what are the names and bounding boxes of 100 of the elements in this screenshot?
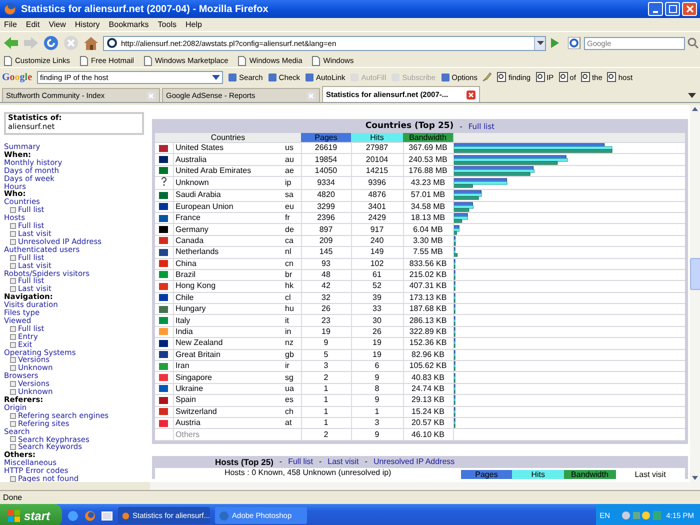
desktop-icon[interactable] (101, 510, 114, 522)
bandwidth-cell: 34.58 MB (403, 201, 453, 212)
hits-cell: 20104 (351, 154, 403, 166)
pages-cell: 145 (301, 246, 351, 258)
highlighter-icon[interactable] (482, 72, 492, 82)
bandwidth-cell: 833.56 KB (403, 258, 453, 270)
bullet-icon (10, 381, 16, 388)
go-arrow-icon[interactable] (550, 38, 560, 48)
bullet-icon (10, 207, 16, 214)
menu-item[interactable]: Tools (158, 20, 176, 29)
start-button[interactable]: start (0, 504, 62, 525)
menu-item[interactable]: Help (185, 20, 202, 29)
scroll-up-arrow-icon[interactable] (690, 105, 700, 113)
column-header: Hits (351, 133, 403, 142)
pages-cell: 9334 (301, 176, 351, 190)
country-name: Great Britain (173, 349, 283, 361)
site-icon (107, 38, 117, 48)
hits-cell: 1 (351, 406, 403, 418)
column-header: Pages (301, 133, 351, 142)
bandwidth-cell: 46.10 KB (403, 428, 453, 440)
toolbar-icon (440, 72, 450, 82)
pages-cell: 1 (301, 394, 351, 406)
pages-cell: 2396 (301, 212, 351, 224)
hits-cell: 9 (351, 428, 403, 440)
bandwidth-cell: 173.13 KB (403, 292, 453, 304)
maximize-icon (668, 5, 676, 13)
bandwidth-cell: 43.23 MB (403, 176, 453, 190)
bullet-icon (10, 334, 16, 340)
bandwidth-cell: 105.62 KB (403, 360, 453, 372)
minimize-button[interactable] (648, 2, 663, 16)
scroll-down-arrow-icon[interactable] (690, 474, 700, 482)
hits-cell: 4876 (351, 190, 403, 202)
menu-item[interactable]: File (4, 20, 17, 29)
tab-close-icon[interactable] (466, 90, 476, 100)
country-name: Saudi Arabia (173, 190, 283, 202)
browser-icon[interactable] (67, 510, 80, 522)
search-engine-icon[interactable] (568, 37, 582, 49)
country-name: Singapore (173, 372, 283, 384)
separator-text: - (318, 457, 322, 466)
country-code: hk (283, 280, 301, 292)
scroll-thumb[interactable] (690, 258, 700, 290)
country-code: cl (283, 292, 301, 304)
tray-icons-drawing[interactable] (621, 510, 662, 521)
country-name: India (173, 326, 283, 338)
bullet-icon (10, 278, 16, 284)
search-icon[interactable] (687, 37, 699, 49)
country-name: Iran (173, 360, 283, 372)
close-button[interactable] (682, 2, 697, 16)
google-logo[interactable]: Google (2, 72, 32, 82)
country-code: at (283, 417, 301, 429)
pages-cell: 9 (301, 338, 351, 350)
dropdown-arrow-icon[interactable] (212, 74, 220, 80)
country-name: Ukraine (173, 383, 283, 395)
country-code: es (283, 394, 301, 406)
panel-link[interactable]: Last visit (328, 457, 359, 466)
horizontal-scrollbar[interactable] (150, 482, 700, 490)
country-name: Brazil (173, 269, 283, 281)
tab-list-arrow-icon[interactable] (688, 93, 696, 98)
find-icon (536, 72, 545, 82)
firefox-icon[interactable] (84, 510, 96, 522)
pages-cell: 14050 (301, 165, 351, 177)
pages-cell: 2 (301, 428, 351, 440)
hits-cell: 240 (351, 235, 403, 247)
vertical-scrollbar[interactable] (690, 105, 700, 482)
home-icon[interactable] (83, 35, 99, 51)
hits-cell: 6 (351, 360, 403, 372)
toolbar-icon (268, 72, 277, 82)
panel-link[interactable]: Unresolved IP Address (373, 457, 455, 466)
pages-cell: 19854 (301, 154, 351, 166)
bar-group-drawing (454, 213, 468, 223)
bar-group-drawing (454, 178, 508, 188)
maximize-button[interactable] (665, 2, 680, 16)
pages-cell: 1 (301, 383, 351, 395)
hits-cell: 19 (351, 349, 403, 361)
bandwidth-cell: 240.53 MB (403, 154, 453, 166)
bandwidth-cell: 40.83 KB (403, 372, 453, 384)
dropdown-arrow-icon[interactable] (536, 41, 544, 45)
bandwidth-cell: 176.88 MB (403, 165, 453, 177)
reload-icon[interactable] (43, 35, 59, 51)
bullet-icon (10, 357, 16, 364)
pages-cell: 1 (301, 417, 351, 429)
country-name: European Union (173, 201, 283, 212)
menu-item[interactable]: History (74, 20, 100, 29)
country-code: hu (283, 304, 301, 315)
others-label: Others (173, 428, 283, 440)
bullet-icon (10, 254, 16, 261)
back-arrow-icon[interactable] (3, 36, 19, 50)
status-text: Done (3, 493, 22, 502)
bullet-icon (10, 286, 16, 292)
panel-link[interactable]: Full list (288, 457, 313, 466)
menu-item[interactable]: Edit (26, 20, 40, 29)
hits-cell: 9 (351, 394, 403, 406)
pages-cell: 897 (301, 224, 351, 236)
hits-cell: 14215 (351, 165, 403, 177)
hits-cell: 39 (351, 292, 403, 304)
country-name: Italy (173, 314, 283, 326)
menu-item[interactable]: View (48, 20, 66, 29)
country-code: ua (283, 383, 301, 395)
menu-item[interactable]: Bookmarks (108, 20, 149, 29)
country-code: cn (283, 258, 301, 270)
